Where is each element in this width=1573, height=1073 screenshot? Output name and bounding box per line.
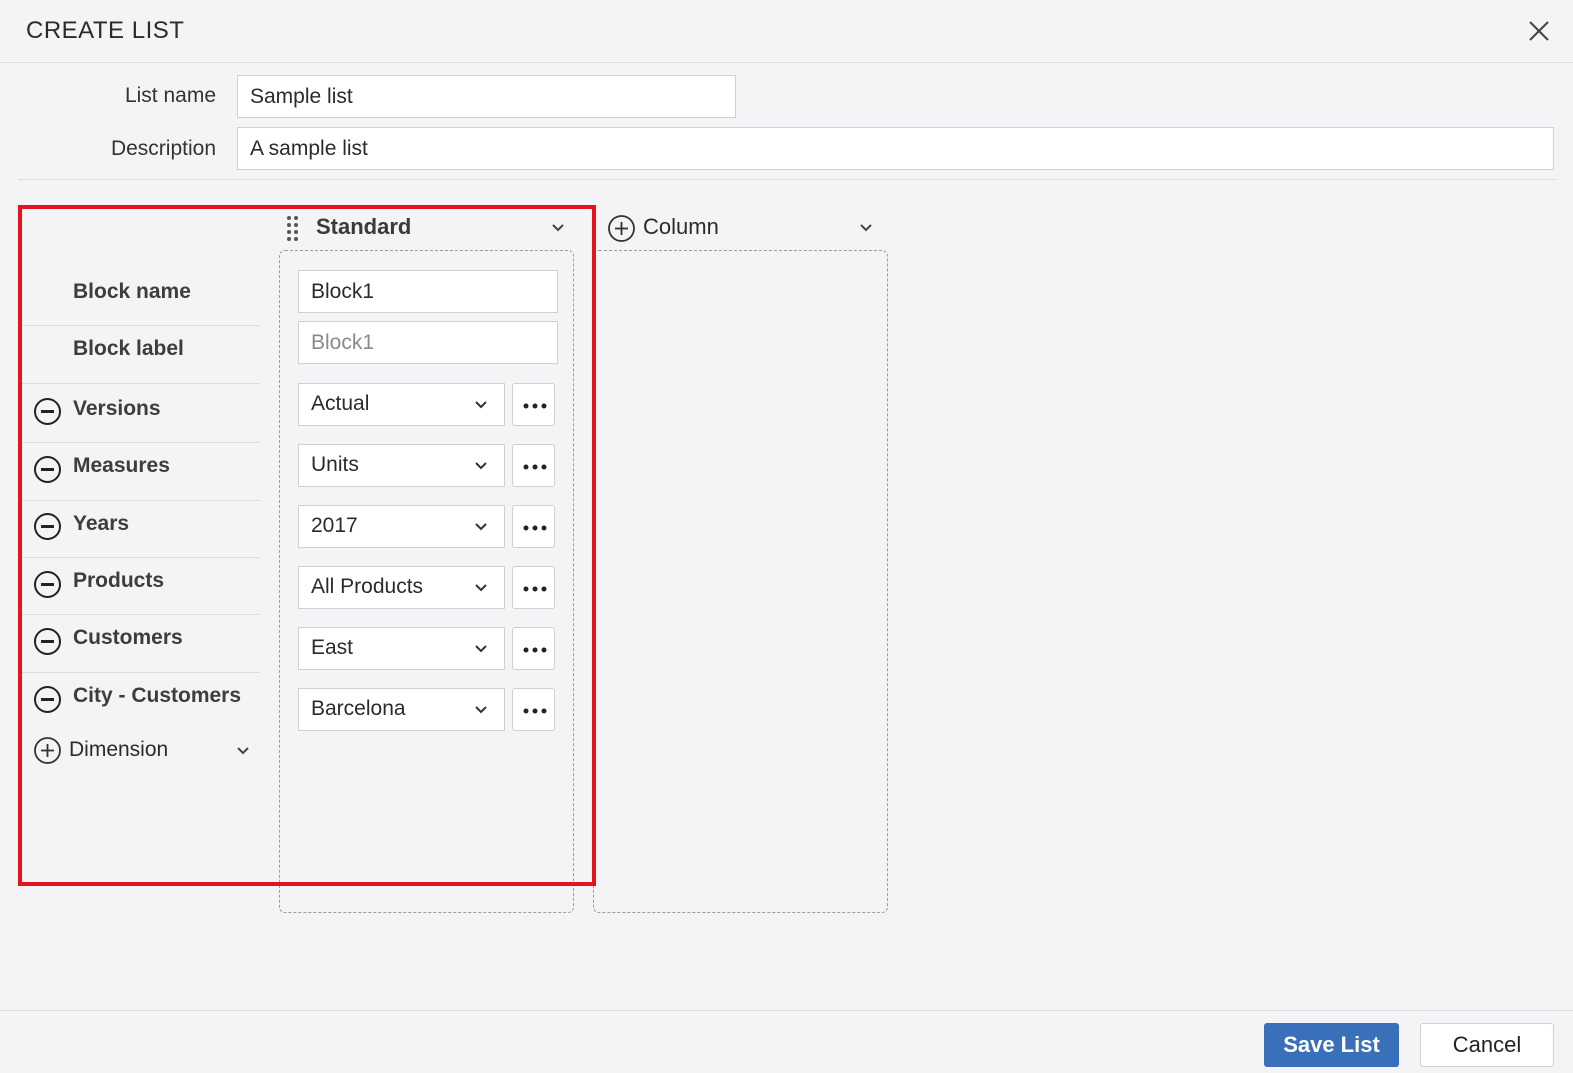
more-options-button[interactable] [512,566,555,609]
row-divider [22,325,260,326]
chevron-down-icon [475,523,487,531]
description-label: Description [110,137,216,160]
block-label-input[interactable] [298,321,558,364]
select-value: Barcelona [311,697,406,720]
remove-city-customers-icon[interactable] [33,685,62,714]
select-value: Actual [311,392,370,415]
chevron-down-icon [475,584,487,592]
chevron-down-icon[interactable] [859,221,873,235]
row-divider [22,383,260,384]
dimension-label: Customers [73,626,183,649]
row-divider [22,614,260,615]
measures-select[interactable]: Units [298,444,505,487]
more-options-button[interactable] [512,505,555,548]
chevron-down-icon [475,645,487,653]
list-name-label: List name [124,84,216,107]
remove-years-icon[interactable] [33,512,62,541]
dialog-title: CREATE LIST [26,17,185,44]
drag-handle-icon[interactable] [285,214,301,242]
add-dimension-label[interactable]: Dimension [69,738,168,762]
versions-select[interactable]: Actual [298,383,505,426]
products-select[interactable]: All Products [298,566,505,609]
row-divider [22,442,260,443]
close-icon[interactable] [1524,16,1554,46]
more-options-button[interactable] [512,383,555,426]
customers-select[interactable]: East [298,627,505,670]
chevron-down-icon[interactable] [236,744,250,758]
row-divider [22,500,260,501]
remove-customers-icon[interactable] [33,627,62,656]
row-divider [22,672,260,673]
add-column-icon[interactable] [607,214,636,243]
more-options-button[interactable] [512,688,555,731]
more-icon [523,586,547,592]
more-icon [523,403,547,409]
block-label-label: Block label [73,337,184,360]
more-icon [523,647,547,653]
chevron-down-icon [475,401,487,409]
chevron-down-icon [475,462,487,470]
more-icon [523,525,547,531]
column-header-standard[interactable]: Standard [316,214,411,240]
remove-versions-icon[interactable] [33,397,62,426]
row-divider [22,557,260,558]
chevron-down-icon[interactable] [551,221,565,235]
more-options-button[interactable] [512,444,555,487]
save-list-button[interactable]: Save List [1264,1023,1399,1067]
more-options-button[interactable] [512,627,555,670]
select-value: 2017 [311,514,358,537]
more-icon [523,708,547,714]
dimension-label: City - Customers [73,684,242,707]
form-divider [18,179,1555,180]
dimension-label: Measures [73,454,170,477]
select-value: All Products [311,575,424,598]
dimension-label: Products [73,569,165,592]
select-value: Units [311,453,359,476]
add-column-label[interactable]: Column [643,214,719,240]
dialog-header: CREATE LIST [0,0,1573,63]
cancel-button[interactable]: Cancel [1420,1023,1554,1067]
dimension-label: Versions [73,397,161,420]
years-select[interactable]: 2017 [298,505,505,548]
description-input[interactable] [237,127,1554,170]
remove-measures-icon[interactable] [33,455,62,484]
new-column-drop-zone[interactable] [593,250,888,913]
footer-divider [0,1010,1573,1011]
select-value: East [311,636,354,659]
dimension-label: Years [73,512,130,535]
block-name-label: Block name [73,280,191,303]
city-customers-select[interactable]: Barcelona [298,688,505,731]
list-name-input[interactable] [237,75,736,118]
more-icon [523,464,547,470]
block-name-input[interactable] [298,270,558,313]
remove-products-icon[interactable] [33,570,62,599]
chevron-down-icon [475,706,487,714]
add-dimension-icon[interactable] [33,736,62,765]
